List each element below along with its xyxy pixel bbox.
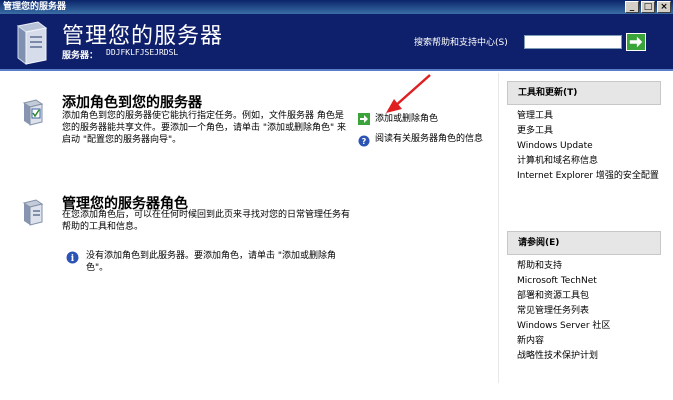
server-label: 服务器： (62, 51, 99, 61)
server-name: DDJFKLFJSEJRDSL (106, 48, 179, 57)
server-icon (16, 21, 48, 65)
panel-link-computer-domain[interactable]: 计算机和域名称信息 (507, 154, 661, 169)
panel-link-help-support[interactable]: 帮助和支持 (507, 259, 661, 274)
panel-divider (498, 73, 499, 383)
green-arrow-icon (358, 113, 370, 125)
see-also-panel: 请参阅(E) 帮助和支持 Microsoft TechNet 部署和资源工具包 … (507, 231, 661, 364)
help-icon: ? (358, 135, 370, 147)
svg-text:?: ? (362, 137, 367, 146)
page-title: 管理您的服务器 (62, 24, 224, 49)
section-desc-manage-roles: 在您添加角色后，可以在任何时候回到此页来寻找对您的日常管理任务有帮助的工具和信息… (62, 210, 351, 232)
read-about-roles-link[interactable]: 阅读有关服务器角色的信息 (375, 133, 490, 145)
section-desc-add-role: 添加角色到您的服务器使它能执行指定任务。例如，文件服务器 角色是您的服务器能共享… (62, 111, 347, 145)
maximize-button[interactable]: □ (641, 1, 655, 13)
search-label: 搜索帮助和支持中心(S) (414, 38, 508, 48)
no-roles-note: 没有添加角色到此服务器。要添加角色，请单击 "添加或删除角色"。 (86, 251, 337, 273)
window-title: 管理您的服务器 (3, 2, 67, 12)
add-role-icon (22, 99, 44, 126)
panel-link-whats-new[interactable]: 新内容 (507, 334, 661, 349)
section-title-add-role: 添加角色到您的服务器 (62, 95, 202, 111)
search-go-button[interactable] (626, 33, 646, 51)
window-controls: _ □ × (625, 1, 671, 13)
search-input[interactable] (524, 35, 622, 49)
panel-link-security-plan[interactable]: 战略性技术保护计划 (507, 349, 661, 364)
window-title-bar: 管理您的服务器 _ □ × (0, 0, 673, 14)
main-content: 添加角色到您的服务器 添加角色到您的服务器使它能执行指定任务。例如，文件服务器 … (0, 73, 673, 400)
panel-link-admin-tasks[interactable]: 常见管理任务列表 (507, 304, 661, 319)
see-also-header: 请参阅(E) (507, 231, 661, 255)
arrow-right-icon (629, 36, 643, 48)
svg-text:i: i (71, 254, 75, 264)
panel-link-server-community[interactable]: Windows Server 社区 (507, 319, 661, 334)
manage-role-icon (22, 199, 44, 226)
close-button[interactable]: × (657, 1, 671, 13)
panel-link-ie-security[interactable]: Internet Explorer 增强的安全配置 (507, 169, 661, 183)
panel-link-windows-update[interactable]: Windows Update (507, 139, 661, 154)
panel-link-more-tools[interactable]: 更多工具 (507, 124, 661, 139)
red-annotation-arrow-icon (386, 74, 431, 113)
tools-updates-header: 工具和更新(T) (507, 81, 661, 105)
info-icon: i (66, 251, 79, 264)
tools-updates-panel: 工具和更新(T) 管理工具 更多工具 Windows Update 计算机和域名… (507, 81, 661, 183)
panel-link-technet[interactable]: Microsoft TechNet (507, 274, 661, 289)
header-banner: 管理您的服务器 服务器： DDJFKLFJSEJRDSL 搜索帮助和支持中心(S… (0, 14, 673, 71)
panel-link-deployment-kit[interactable]: 部署和资源工具包 (507, 289, 661, 304)
minimize-button[interactable]: _ (625, 1, 639, 13)
panel-link-admin-tools[interactable]: 管理工具 (507, 109, 661, 124)
